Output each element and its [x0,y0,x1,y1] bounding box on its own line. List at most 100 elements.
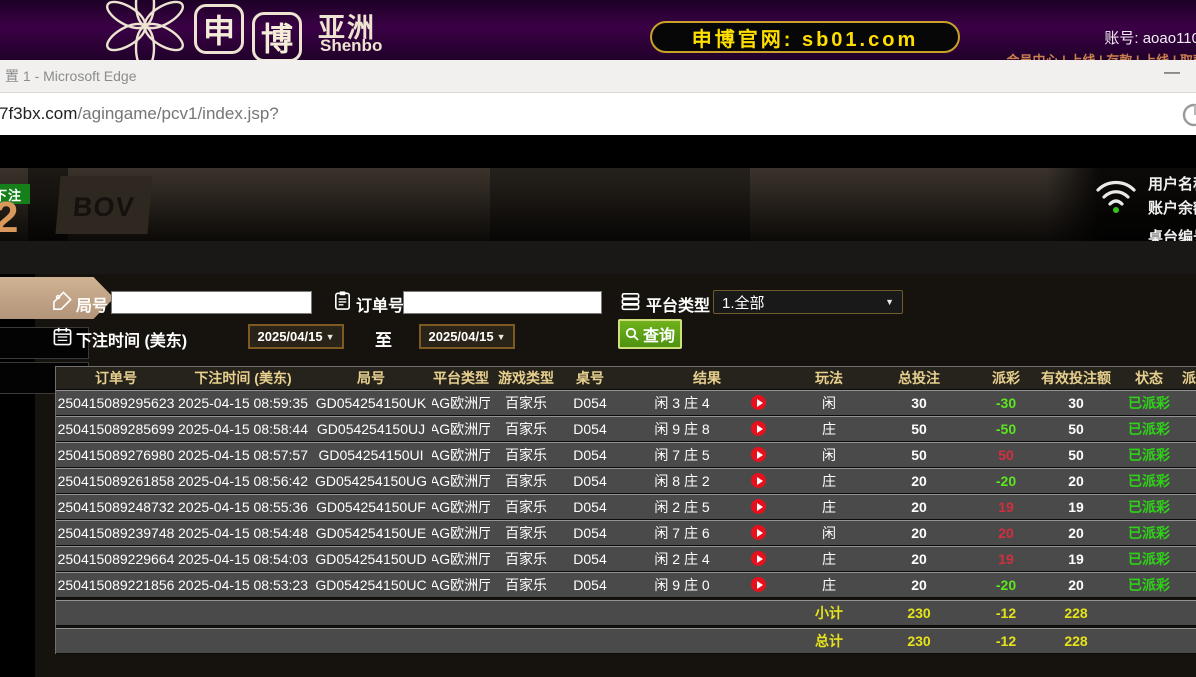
payout-cell: 50 [976,443,1036,467]
column-header: 桌号 [562,367,618,389]
account-value: aoao110 [1143,30,1196,47]
table-cell: 2025-04-15 08:56:42 [176,469,310,493]
play-type-cell: 闲 [796,391,862,415]
table-cell: 2025-04-15 08:53:23 [176,573,310,597]
url-path: /agingame/pcv1/index.jsp? [77,104,278,123]
minimize-button[interactable]: — [1164,64,1180,82]
table-cell: 2025-04-15 08:54:48 [176,521,310,545]
column-header: 下注时间 (美东) [176,367,310,389]
member-links[interactable]: 会员中心 | 上线 | 存款 | 上线 | 取款 [1007,50,1196,60]
column-header: 状态 [1116,367,1182,389]
result-text: 闲 9 庄 8 [618,417,746,441]
status-badge: 已派彩 [1116,443,1182,467]
valid-bet-cell: 30 [1036,391,1116,415]
total-payout-value: -12 [976,629,1036,653]
table-cell: D054 [562,391,618,415]
chevron-down-icon: ▼ [326,332,335,342]
url-bar[interactable]: 7f3bx.com/agingame/pcv1/index.jsp? [0,93,1196,135]
table-cell [176,601,310,625]
status-badge: 已派彩 [1116,573,1182,597]
play-video-button[interactable] [751,551,766,566]
browser-action-icon[interactable] [1181,102,1196,128]
payout-time-cell [1182,443,1196,467]
logo-char-bo: 博 [252,12,302,60]
table-cell [1182,601,1196,625]
result-text: 闲 8 庄 2 [618,469,746,493]
status-badge: 已派彩 [1116,391,1182,415]
play-video-button[interactable] [751,577,766,592]
table-cell [618,601,796,625]
payout-time-cell [1182,521,1196,545]
table-cell: 百家乐 [490,443,562,467]
table-cell [310,601,432,625]
balance-label: 账户余额: [1148,200,1196,217]
payout-cell: 19 [976,547,1036,571]
order-number-input[interactable] [403,291,602,314]
table-cell: D054 [562,547,618,571]
valid-bet-cell: 50 [1036,443,1116,467]
table-cell [432,601,490,625]
result-cell: 闲 2 庄 5 [618,495,796,519]
date-to-select[interactable]: 2025/04/15▼ [419,324,515,349]
total-bet-cell: 50 [862,443,976,467]
result-cell: 闲 3 庄 4 [618,391,796,415]
countdown-number: 2 [0,196,18,240]
payout-time-cell [1182,547,1196,571]
live-video-banner: BOV 下注 2 用户名称: 97 账户余额: 10 桌台编号: 百 [0,168,1196,241]
total-bet-cell: 30 [862,391,976,415]
play-video-button[interactable] [751,421,766,436]
date-from-select[interactable]: 2025/04/15▼ [248,324,344,349]
user-name-row: 用户名称: 97 [1148,173,1196,194]
payout-time-cell [1182,417,1196,441]
total-bet-cell: 20 [862,521,976,545]
platform-type-label: 平台类型 [646,292,710,316]
round-number-input[interactable] [111,291,312,314]
table-number-row: 桌台编号: 百 [1148,223,1196,241]
play-type-cell: 闲 [796,443,862,467]
clipboard-icon [332,290,353,311]
table-cell: 百家乐 [490,417,562,441]
total-label: 总计 [796,629,862,653]
bet-time-label: 下注时间 (美东) [76,327,187,351]
table-row: 2504150892397482025-04-15 08:54:48GD0542… [56,520,1196,546]
table-number-label: 桌台编号: [1148,229,1196,241]
payout-time-cell [1182,469,1196,493]
payout-cell: -50 [976,417,1036,441]
url-domain: 7f3bx.com [0,104,77,123]
wifi-icon [1092,174,1140,216]
play-video-button[interactable] [751,395,766,410]
payout-cell: 19 [976,495,1036,519]
table-cell [618,629,796,653]
column-header: 派彩时间 [1182,367,1196,389]
table-row: 2504150892487322025-04-15 08:55:36GD0542… [56,494,1196,520]
table-cell: GD054254150UE [310,521,432,545]
table-cell [490,629,562,653]
play-video-button[interactable] [751,473,766,488]
brand-latin: Shenbo [320,36,382,56]
table-cell: 250415089248732 [56,495,176,519]
platform-list-icon [620,291,641,312]
official-site-link[interactable]: 申博官网: sb01.com [650,21,960,53]
play-type-cell: 庄 [796,417,862,441]
result-cell: 闲 9 庄 8 [618,417,796,441]
table-row: 2504150892956232025-04-15 08:59:35GD0542… [56,390,1196,416]
table-cell: 2025-04-15 08:59:35 [176,391,310,415]
account-info: 账号: aoao110 [1104,27,1196,48]
table-cell [56,601,176,625]
play-video-button[interactable] [751,525,766,540]
valid-bet-cell: 20 [1036,521,1116,545]
column-header: 结果 [618,367,796,389]
column-header: 玩法 [796,367,862,389]
table-cell: GD054254150UD [310,547,432,571]
table-cell: 百家乐 [490,547,562,571]
order-number-label: 订单号 [356,292,404,316]
table-cell: D054 [562,573,618,597]
table-cell: D054 [562,443,618,467]
round-number-label: 局号 [76,292,108,316]
play-video-button[interactable] [751,447,766,462]
platform-type-select[interactable]: 1.全部 ▼ [713,290,903,314]
payout-time-cell [1182,573,1196,597]
table-row: 2504150892218562025-04-15 08:53:23GD0542… [56,572,1196,598]
search-button[interactable]: 查询 [618,319,682,349]
play-video-button[interactable] [751,499,766,514]
